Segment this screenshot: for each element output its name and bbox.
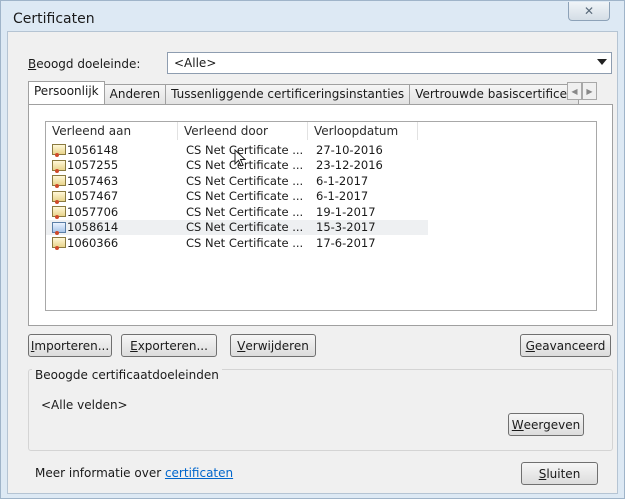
tab-intermediate-ca[interactable]: Tussenliggende certificeringsinstanties [165,84,411,104]
view-label: eergeven [523,417,581,432]
tab-panel: Verleend aan Verleend door Verloopdatum … [28,104,613,326]
purposes-group-legend: Beoogde certificaatdoeleinden [32,368,222,382]
scroll-left-icon[interactable]: ◀ [567,82,582,100]
table-row[interactable]: 1057463 CS Net Certificate ... 6-1-2017 [46,173,596,189]
mouse-cursor-icon [234,149,246,167]
certificates-link[interactable]: certificaten [165,466,233,480]
table-row[interactable]: 1057255 CS Net Certificate ... 23-12-201… [46,158,596,174]
cell-issued-to: 1057706 [67,204,119,219]
tab-anderen[interactable]: Anderen [103,84,167,104]
cell-issued-by: CS Net Certificate ... [186,204,304,219]
more-info-text: Meer informatie over [35,466,165,480]
purpose-select[interactable]: <Alle> [167,52,612,74]
cell-expiry: 27-10-2016 [316,142,383,157]
cell-issued-by: CS Net Certificate ... [186,189,304,204]
cell-expiry: 23-12-2016 [316,158,383,173]
list-rows: 1056148 CS Net Certificate ... 27-10-201… [46,142,596,251]
import-button[interactable]: Importeren... [28,334,112,357]
cell-issued-by: CS Net Certificate ... [186,173,304,188]
cell-expiry: 15-3-2017 [316,220,376,235]
purpose-label: Beoogd doeleinde: [28,57,140,71]
purpose-label-text: eoogd doeleinde: [36,57,141,71]
advanced-accel: G [525,338,535,353]
scroll-right-icon[interactable]: ▶ [582,82,597,100]
table-row[interactable]: 1057706 CS Net Certificate ... 19-1-2017 [46,204,596,220]
advanced-button[interactable]: Geavanceerd [520,334,611,357]
close-window-button[interactable]: ✕ [568,2,610,21]
column-header-issued-to[interactable]: Verleend aan [46,122,178,140]
export-accel: E [130,338,138,353]
view-accel: W [511,417,524,432]
remove-button[interactable]: Verwijderen [230,334,316,357]
column-header-issued-by[interactable]: Verleend door [178,122,308,140]
dialog-client-area: Beoogd doeleinde: <Alle> Persoonlijk And… [7,31,618,494]
certificate-icon [52,190,66,204]
cell-issued-to: 1058614 [67,220,119,235]
cell-issued-to: 1057463 [67,173,119,188]
table-row[interactable]: 1057467 CS Net Certificate ... 6-1-2017 [46,189,596,205]
table-row[interactable]: 1060366 CS Net Certificate ... 17-6-2017 [46,235,596,251]
cell-expiry: 19-1-2017 [316,204,376,219]
cell-issued-to: 1060366 [67,235,119,250]
close-label: luiten [546,466,581,481]
close-button[interactable]: Sluiten [521,462,598,485]
tab-scroll-buttons: ◀ ▶ [567,82,597,100]
cell-expiry: 6-1-2017 [316,173,369,188]
list-header: Verleend aan Verleend door Verloopdatum [46,122,418,140]
purpose-select-value: <Alle> [174,56,217,70]
certificates-dialog: Certificaten ✕ Beoogd doeleinde: <Alle> … [0,0,625,499]
window-title: Certificaten [13,11,95,27]
advanced-label: eavanceerd [534,338,606,353]
table-row[interactable]: 1056148 CS Net Certificate ... 27-10-201… [46,142,596,158]
chevron-down-icon [597,59,607,65]
tab-strip: Persoonlijk Anderen Tussenliggende certi… [28,81,580,104]
certificate-icon [52,206,66,220]
close-icon: ✕ [583,4,595,18]
view-button[interactable]: Weergeven [508,413,584,436]
remove-label: erwijderen [245,338,309,353]
cell-issued-by: CS Net Certificate ... [186,235,304,250]
column-header-expiry[interactable]: Verloopdatum [308,122,418,140]
cell-expiry: 17-6-2017 [316,235,376,250]
cell-issued-to: 1057467 [67,189,119,204]
certificate-icon [52,144,66,158]
export-label: xporteren... [137,338,208,353]
more-info: Meer informatie over certificaten [35,466,233,480]
certificate-list[interactable]: Verleend aan Verleend door Verloopdatum … [45,121,597,311]
tab-trusted-root-ca[interactable]: Vertrouwde basiscertificeringsinstanties [409,84,580,104]
certificate-icon [52,221,66,235]
tab-persoonlijk[interactable]: Persoonlijk [28,81,105,104]
purpose-label-accel: B [28,57,37,71]
purposes-value: <Alle velden> [41,398,128,412]
certificate-icon [52,237,66,251]
table-row[interactable]: 1058614 CS Net Certificate ... 15-3-2017 [46,219,428,235]
import-label: mporteren... [34,338,110,353]
certificate-icon [52,159,66,173]
cell-issued-to: 1057255 [67,158,119,173]
certificate-icon [52,175,66,189]
export-button[interactable]: Exporteren... [121,334,217,357]
cell-expiry: 6-1-2017 [316,189,369,204]
close-accel: S [538,466,547,481]
remove-accel: V [237,338,246,353]
cell-issued-to: 1056148 [67,142,119,157]
cell-issued-by: CS Net Certificate ... [186,220,304,235]
